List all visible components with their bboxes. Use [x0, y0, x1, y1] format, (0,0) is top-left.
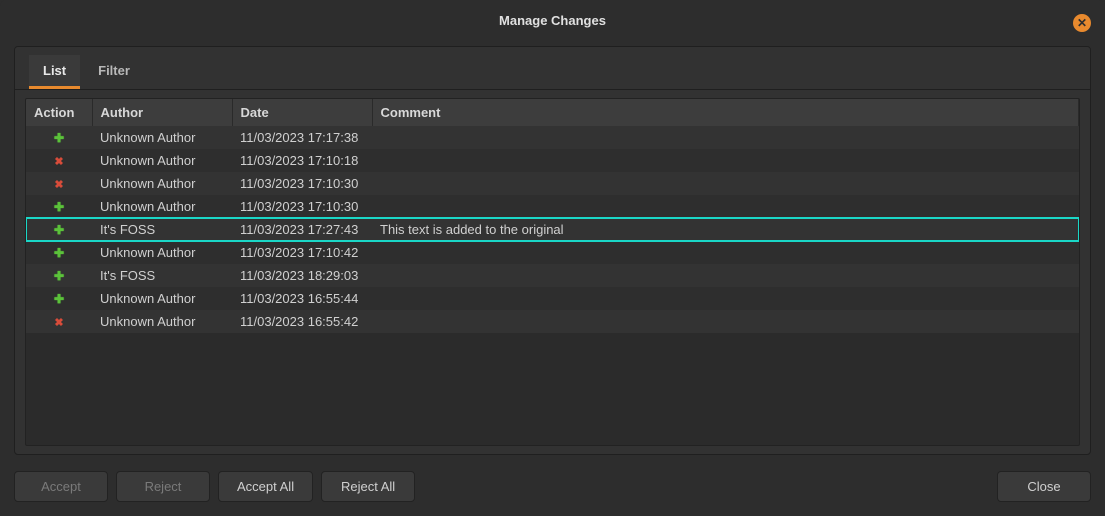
date-cell: 11/03/2023 17:10:30 [232, 172, 372, 195]
comment-cell [372, 310, 1079, 333]
table-row[interactable]: ✖ Unknown Author11/03/2023 17:10:18 [26, 149, 1079, 172]
close-icon[interactable]: ✕ [1073, 14, 1091, 32]
date-cell: 11/03/2023 17:17:38 [232, 126, 372, 149]
action-cell: ✖ [26, 172, 92, 195]
action-cell: ✖ [26, 310, 92, 333]
comment-cell [372, 287, 1079, 310]
plus-icon: ✚ [54, 131, 64, 145]
table-row[interactable]: ✖ Unknown Author11/03/2023 17:10:30 [26, 172, 1079, 195]
date-cell: 11/03/2023 16:55:42 [232, 310, 372, 333]
plus-icon: ✚ [54, 269, 64, 283]
comment-cell: This text is added to the original [372, 218, 1079, 241]
date-cell: 11/03/2023 17:10:42 [232, 241, 372, 264]
table-row[interactable]: ✚ Unknown Author11/03/2023 17:17:38 [26, 126, 1079, 149]
column-header-comment[interactable]: Comment [372, 99, 1079, 126]
author-cell: It's FOSS [92, 264, 232, 287]
cross-icon: ✖ [54, 317, 63, 329]
comment-cell [372, 149, 1079, 172]
tab-list[interactable]: List [29, 55, 80, 89]
table-row[interactable]: ✚ It's FOSS11/03/2023 18:29:03 [26, 264, 1079, 287]
author-cell: Unknown Author [92, 287, 232, 310]
column-header-date[interactable]: Date [232, 99, 372, 126]
author-cell: Unknown Author [92, 195, 232, 218]
plus-icon: ✚ [54, 223, 64, 237]
close-button[interactable]: Close [997, 471, 1091, 502]
comment-cell [372, 195, 1079, 218]
author-cell: Unknown Author [92, 126, 232, 149]
action-cell: ✚ [26, 218, 92, 241]
table-row[interactable]: ✚ Unknown Author11/03/2023 17:10:42 [26, 241, 1079, 264]
comment-cell [372, 241, 1079, 264]
action-cell: ✖ [26, 149, 92, 172]
column-header-action[interactable]: Action [26, 99, 92, 126]
content-area: List Filter Action Author Date Comment ✚… [14, 46, 1091, 455]
plus-icon: ✚ [54, 200, 64, 214]
table-row[interactable]: ✖ Unknown Author11/03/2023 16:55:42 [26, 310, 1079, 333]
titlebar: Manage Changes ✕ [0, 0, 1105, 40]
column-header-author[interactable]: Author [92, 99, 232, 126]
table-row[interactable]: ✚ Unknown Author11/03/2023 16:55:44 [26, 287, 1079, 310]
action-cell: ✚ [26, 126, 92, 149]
reject-button[interactable]: Reject [116, 471, 210, 502]
author-cell: Unknown Author [92, 149, 232, 172]
tab-filter[interactable]: Filter [84, 55, 144, 89]
dialog-title: Manage Changes [499, 13, 606, 28]
author-cell: Unknown Author [92, 241, 232, 264]
comment-cell [372, 264, 1079, 287]
date-cell: 11/03/2023 17:10:30 [232, 195, 372, 218]
tab-bar: List Filter [15, 47, 1090, 90]
date-cell: 11/03/2023 17:27:43 [232, 218, 372, 241]
date-cell: 11/03/2023 18:29:03 [232, 264, 372, 287]
date-cell: 11/03/2023 16:55:44 [232, 287, 372, 310]
changes-table-wrapper: Action Author Date Comment ✚ Unknown Auth… [25, 98, 1080, 446]
accept-button[interactable]: Accept [14, 471, 108, 502]
date-cell: 11/03/2023 17:10:18 [232, 149, 372, 172]
comment-cell [372, 126, 1079, 149]
author-cell: Unknown Author [92, 172, 232, 195]
action-cell: ✚ [26, 195, 92, 218]
cross-icon: ✖ [54, 156, 63, 168]
table-row[interactable]: ✚ Unknown Author11/03/2023 17:10:30 [26, 195, 1079, 218]
accept-all-button[interactable]: Accept All [218, 471, 313, 502]
author-cell: It's FOSS [92, 218, 232, 241]
action-cell: ✚ [26, 264, 92, 287]
changes-table: Action Author Date Comment ✚ Unknown Auth… [26, 99, 1079, 333]
plus-icon: ✚ [54, 246, 64, 260]
manage-changes-dialog: Manage Changes ✕ List Filter Action Auth… [0, 0, 1105, 516]
author-cell: Unknown Author [92, 310, 232, 333]
table-row[interactable]: ✚ It's FOSS11/03/2023 17:27:43This text i… [26, 218, 1079, 241]
plus-icon: ✚ [54, 292, 64, 306]
cross-icon: ✖ [54, 179, 63, 191]
button-bar: Accept Reject Accept All Reject All Clos… [0, 465, 1105, 516]
action-cell: ✚ [26, 287, 92, 310]
action-cell: ✚ [26, 241, 92, 264]
comment-cell [372, 172, 1079, 195]
reject-all-button[interactable]: Reject All [321, 471, 415, 502]
